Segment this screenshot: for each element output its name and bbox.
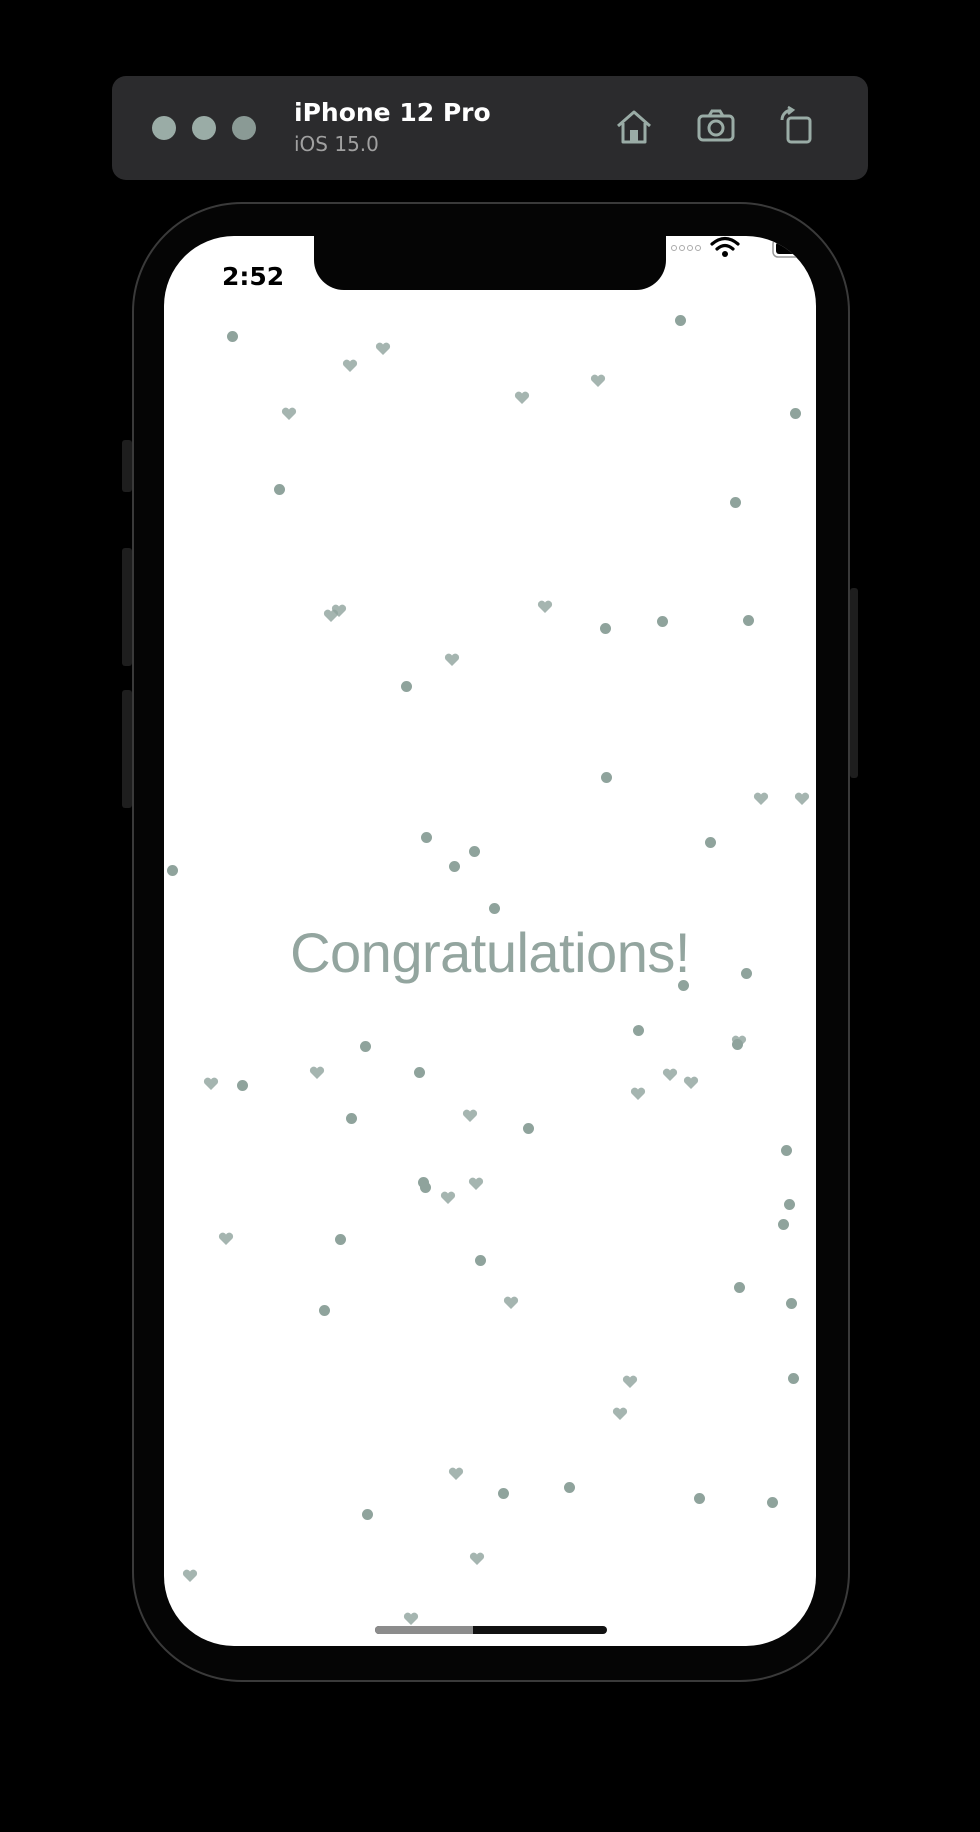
confetti-dot <box>675 315 686 326</box>
wifi-icon <box>710 236 740 257</box>
confetti-dot <box>788 1373 799 1384</box>
confetti-dot <box>420 1182 431 1193</box>
confetti-heart-icon <box>218 1232 234 1245</box>
confetti-dot <box>781 1145 792 1156</box>
confetti-dot <box>227 331 238 342</box>
battery-icon <box>772 238 815 258</box>
confetti-dot <box>335 1234 346 1245</box>
home-indicator-highlight <box>375 1626 473 1634</box>
confetti-dot <box>790 408 801 419</box>
confetti-heart-icon <box>440 1191 456 1204</box>
home-button[interactable] <box>612 104 656 148</box>
confetti-heart-icon <box>182 1569 198 1582</box>
confetti-dot <box>767 1497 778 1508</box>
confetti-dot <box>167 865 178 876</box>
screenshot-button[interactable] <box>694 104 738 148</box>
confetti-heart-icon <box>622 1375 638 1388</box>
rotate-icon <box>780 105 812 144</box>
confetti-heart-icon <box>514 391 530 404</box>
confetti-heart-icon <box>331 604 347 617</box>
confetti-heart-icon <box>403 1612 419 1625</box>
confetti-dot <box>784 1199 795 1210</box>
confetti-dot <box>657 616 668 627</box>
confetti-heart-icon <box>342 359 358 372</box>
confetti-dot <box>274 484 285 495</box>
confetti-heart-icon <box>794 792 810 805</box>
confetti-dot <box>743 615 754 626</box>
confetti-dot <box>786 1298 797 1309</box>
confetti-dot <box>633 1025 644 1036</box>
confetti-heart-icon <box>448 1467 464 1480</box>
confetti-dot <box>678 980 689 991</box>
confetti-dot <box>498 1488 509 1499</box>
volume-down-button <box>122 690 132 808</box>
confetti-heart-icon <box>281 407 297 420</box>
cellular-signal-icon <box>671 245 701 251</box>
notch <box>314 236 666 290</box>
confetti-dot <box>237 1080 248 1091</box>
confetti-dot <box>319 1305 330 1316</box>
confetti-dot <box>489 903 500 914</box>
screenshot-icon <box>697 109 735 142</box>
device-name: iPhone 12 Pro <box>294 98 491 127</box>
confetti-heart-icon <box>590 374 606 387</box>
confetti-dot <box>601 772 612 783</box>
confetti-heart-icon <box>468 1177 484 1190</box>
minimize-window-button[interactable] <box>192 116 216 140</box>
confetti-dot <box>449 861 460 872</box>
confetti-heart-icon <box>662 1068 678 1081</box>
confetti-heart-icon <box>462 1109 478 1122</box>
confetti-heart-icon <box>444 653 460 666</box>
confetti-dot <box>360 1041 371 1052</box>
side-power-button <box>850 588 858 778</box>
volume-up-button <box>122 548 132 666</box>
confetti-heart-icon <box>309 1066 325 1079</box>
close-window-button[interactable] <box>152 116 176 140</box>
confetti-dot <box>600 623 611 634</box>
rotate-button[interactable] <box>774 104 818 148</box>
confetti-dot <box>475 1255 486 1266</box>
confetti-dot <box>734 1282 745 1293</box>
os-version: iOS 15.0 <box>294 132 379 156</box>
status-time: 2:52 <box>222 262 285 291</box>
confetti-dot <box>523 1123 534 1134</box>
confetti-dot <box>469 846 480 857</box>
simulator-titlebar: iPhone 12 Pro iOS 15.0 <box>112 76 868 180</box>
congratulations-text: Congratulations! <box>290 921 690 984</box>
confetti-dot <box>421 832 432 843</box>
confetti-dot <box>778 1219 789 1230</box>
confetti-dot <box>730 497 741 508</box>
confetti-dot <box>741 968 752 979</box>
confetti-dot <box>346 1113 357 1124</box>
confetti-dot <box>705 837 716 848</box>
confetti-heart-icon <box>469 1552 485 1565</box>
confetti-heart-icon <box>375 342 391 355</box>
confetti-heart-icon <box>203 1077 219 1090</box>
confetti-dot <box>694 1493 705 1504</box>
confetti-dot <box>564 1482 575 1493</box>
confetti-heart-icon <box>753 792 769 805</box>
zoom-window-button[interactable] <box>232 116 256 140</box>
confetti-heart-icon <box>503 1296 519 1309</box>
confetti-heart-icon <box>683 1076 699 1089</box>
confetti-dot <box>401 681 412 692</box>
home-icon <box>617 110 651 144</box>
confetti-heart-icon <box>731 1035 747 1048</box>
confetti-dot <box>414 1067 425 1078</box>
confetti-heart-icon <box>630 1087 646 1100</box>
confetti-heart-icon <box>537 600 553 613</box>
device-screen[interactable]: 2:52 Congratulations! <box>164 236 816 1646</box>
home-indicator[interactable] <box>375 1626 607 1634</box>
confetti-dot <box>362 1509 373 1520</box>
silent-switch <box>122 440 132 492</box>
confetti-heart-icon <box>612 1407 628 1420</box>
